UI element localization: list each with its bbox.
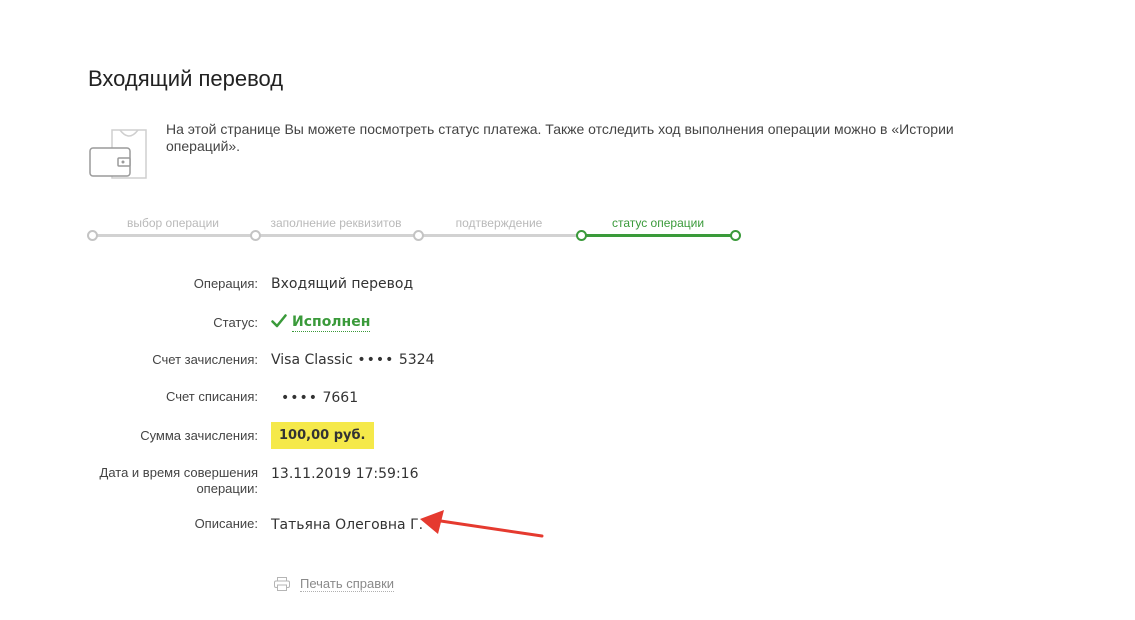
- step-node-2: [250, 230, 261, 241]
- credit-account-last4: 5324: [398, 352, 435, 368]
- datetime-value: 13.11.2019 17:59:16: [271, 466, 419, 482]
- step-node-end: [730, 230, 741, 241]
- wallet-icon: [89, 129, 147, 179]
- step-node-4: [576, 230, 587, 241]
- credit-account-mask: ••••: [357, 352, 395, 368]
- description-label: Описание:: [194, 516, 258, 531]
- step-label-status: статус операции: [611, 216, 705, 230]
- datetime-label: Дата и время совершения операции:: [58, 465, 258, 497]
- datetime-label-line2: операции:: [196, 481, 258, 496]
- step-node-1: [87, 230, 98, 241]
- debit-account-last4: 7661: [322, 390, 359, 406]
- printer-icon: [274, 577, 290, 591]
- status-badge[interactable]: Исполнен: [292, 314, 371, 332]
- operation-value: Входящий перевод: [271, 276, 414, 292]
- step-label-select: выбор операции: [126, 216, 220, 230]
- debit-account-label: Счет списания:: [165, 389, 258, 404]
- red-arrow-annotation: [420, 510, 544, 538]
- steps-track-active: [583, 234, 735, 237]
- intro-text: На этой странице Вы можете посмотреть ст…: [166, 121, 954, 154]
- print-receipt-label[interactable]: Печать справки: [300, 576, 395, 592]
- description-value: Татьяна Олеговна Г.: [271, 517, 424, 533]
- step-label-fill: заполнение реквизитов: [270, 216, 402, 230]
- status-label: Статус:: [213, 315, 258, 330]
- amount-label: Сумма зачисления:: [140, 428, 258, 443]
- credit-account-card-name: Visa Classic: [271, 352, 353, 368]
- page-title: Входящий перевод: [88, 66, 284, 91]
- progress-steps: выбор операции заполнение реквизитов под…: [80, 210, 750, 250]
- amount-value: 100,00 руб.: [271, 422, 374, 449]
- debit-account-value: •••• 7661: [281, 390, 358, 406]
- datetime-label-line1: Дата и время совершения: [99, 465, 258, 480]
- step-node-3: [413, 230, 424, 241]
- step-label-confirm: подтверждение: [455, 216, 543, 230]
- steps-track: [94, 234, 584, 237]
- credit-account-label: Счет зачисления:: [152, 352, 258, 367]
- operation-label: Операция:: [193, 276, 258, 291]
- checkmark-icon: [271, 314, 287, 328]
- print-receipt-link[interactable]: Печать справки: [274, 576, 395, 592]
- credit-account-value: Visa Classic •••• 5324: [271, 352, 434, 368]
- debit-account-mask: ••••: [281, 390, 319, 406]
